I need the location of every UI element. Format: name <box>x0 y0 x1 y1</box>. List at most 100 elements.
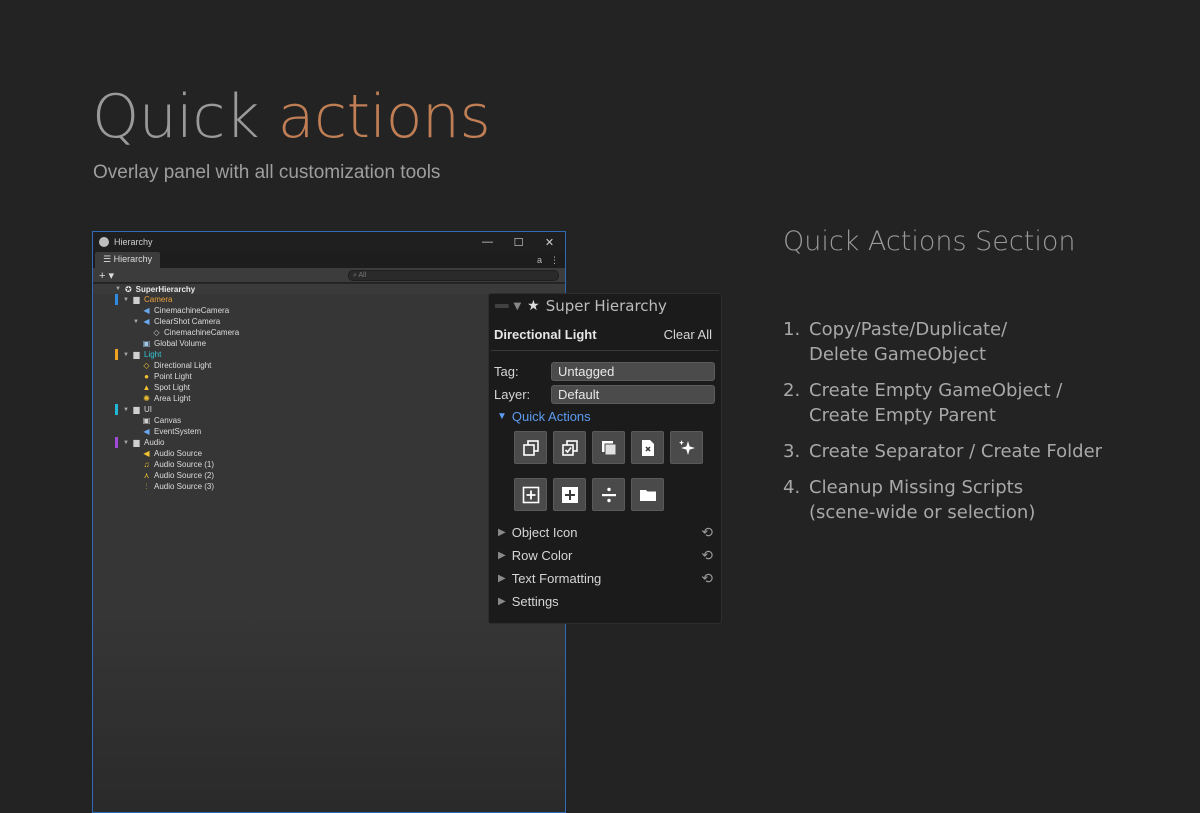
feature-text: Create Empty GameObject / Create Empty P… <box>809 380 1063 426</box>
hero-title-word2: actions <box>277 82 491 152</box>
section-object-icon[interactable]: ▶ Object Icon ⟲ <box>489 521 721 544</box>
reset-icon[interactable]: ⟲ <box>701 547 713 564</box>
feature-number: 4. <box>783 477 801 498</box>
object-icon: ▆ <box>133 405 140 414</box>
section-label: Object Icon <box>511 525 578 540</box>
expand-arrow-icon[interactable]: ▼ <box>133 319 142 325</box>
add-object-button[interactable]: + ▾ <box>99 269 114 282</box>
tag-dropdown[interactable]: Untagged <box>551 362 715 381</box>
feature-text: Cleanup Missing Scripts (scene-wide or s… <box>809 477 1036 523</box>
tab-hierarchy[interactable]: ☰ Hierarchy <box>95 252 161 268</box>
section-row-color[interactable]: ▶ Row Color ⟲ <box>489 544 721 567</box>
feature-item: 2. Create Empty GameObject / Create Empty… <box>783 378 1102 428</box>
cleanup-sparkle-icon <box>678 439 695 455</box>
tree-row-label: Light <box>144 350 162 359</box>
row-color-bar <box>115 404 118 415</box>
delete-icon <box>641 439 654 456</box>
object-icon: ▣ <box>142 339 151 348</box>
overlay-header[interactable]: ══ ▼ ★ Super Hierarchy <box>489 294 721 318</box>
create-separator-button[interactable] <box>592 478 625 511</box>
cleanup-missing-scripts-button[interactable] <box>670 431 703 464</box>
create-parent-button[interactable] <box>553 478 586 511</box>
tree-row-label: CinemachineCamera <box>154 306 230 315</box>
feature-item: 4. Cleanup Missing Scripts (scene-wide or… <box>783 475 1102 525</box>
create-empty-icon <box>522 486 539 503</box>
section-settings[interactable]: ▶ Settings <box>489 590 721 613</box>
minimize-button[interactable]: — <box>472 236 503 249</box>
feature-item: 1. Copy/Paste/Duplicate/ Delete GameObjec… <box>783 317 1102 367</box>
object-icon: ▆ <box>133 438 140 447</box>
object-icon: ✺ <box>143 394 150 403</box>
close-button[interactable]: ✕ <box>534 236 565 249</box>
layer-label: Layer: <box>494 387 531 402</box>
window-title: Hierarchy <box>114 237 153 247</box>
selected-object-name: Directional Light <box>494 327 597 342</box>
more-menu-icon[interactable]: ⋮ <box>550 255 559 266</box>
tree-row-label: Area Light <box>154 394 191 403</box>
object-icon: ◀ <box>143 306 150 315</box>
expand-arrow-icon[interactable]: ▼ <box>123 352 132 358</box>
tree-row-label: Audio Source (1) <box>154 460 215 469</box>
expand-icon: ▶ <box>498 527 506 538</box>
search-input[interactable]: ⌕ All <box>348 269 559 281</box>
object-icon: ⫶ <box>145 481 148 491</box>
expand-arrow-icon[interactable]: ▼ <box>123 297 132 303</box>
reset-icon[interactable]: ⟲ <box>701 570 713 587</box>
maximize-button[interactable]: ☐ <box>503 236 534 249</box>
tree-row-label: Audio Source <box>154 449 203 458</box>
create-empty-button[interactable] <box>514 478 547 511</box>
hero-title: Quick actions <box>92 82 491 152</box>
folder-icon <box>639 489 656 501</box>
scene-icon: ✪ <box>124 284 132 294</box>
object-icon: ▆ <box>133 295 140 304</box>
tree-row-label: EventSystem <box>154 427 202 436</box>
object-icon: ◀ <box>143 449 150 458</box>
feature-number: 1. <box>783 319 801 340</box>
delete-button[interactable] <box>631 431 664 464</box>
drag-handle-icon[interactable]: ══ <box>495 299 508 313</box>
tree-row-label: Canvas <box>154 416 182 425</box>
row-color-bar <box>115 294 118 305</box>
lock-icon[interactable]: a <box>537 255 542 266</box>
tree-row-label: Audio Source (2) <box>154 471 215 480</box>
tree-row-label: CinemachineCamera <box>164 328 240 337</box>
feature-number: 2. <box>783 380 801 401</box>
layer-dropdown[interactable]: Default <box>551 385 715 404</box>
quick-actions-label: Quick Actions <box>511 408 591 424</box>
create-folder-button[interactable] <box>631 478 664 511</box>
separator-icon <box>601 487 616 502</box>
section-text-formatting[interactable]: ▶ Text Formatting ⟲ <box>489 567 721 590</box>
section-label: Row Color <box>511 548 573 563</box>
expand-icon: ▶ <box>498 550 506 561</box>
clear-all-button[interactable]: Clear All <box>664 327 712 342</box>
tree-row-label: ClearShot Camera <box>154 317 221 326</box>
search-placeholder: All <box>358 271 367 279</box>
object-icon: ▲ <box>142 383 151 392</box>
section-label: Text Formatting <box>511 571 602 586</box>
duplicate-icon <box>601 440 616 455</box>
object-icon: ▆ <box>133 350 140 359</box>
feature-text: Copy/Paste/Duplicate/ Delete GameObject <box>809 319 1008 365</box>
copy-button[interactable] <box>514 431 547 464</box>
hierarchy-toolbar: + ▾ ⌕ All <box>93 268 565 283</box>
super-hierarchy-overlay: ══ ▼ ★ Super Hierarchy Directional Light… <box>488 293 722 624</box>
expand-arrow-icon[interactable]: ▼ <box>123 407 132 413</box>
window-titlebar[interactable]: Hierarchy — ☐ ✕ <box>93 232 565 252</box>
reset-icon[interactable]: ⟲ <box>701 524 713 541</box>
object-icon: ◇ <box>153 328 160 337</box>
object-icon: ▣ <box>142 416 151 425</box>
object-icon: ⋏ <box>143 471 150 480</box>
tag-field-row: Tag: Untagged <box>489 361 721 382</box>
paste-button[interactable] <box>553 431 586 464</box>
expand-icon: ▶ <box>498 596 506 607</box>
section-label: Settings <box>511 594 559 609</box>
expand-arrow-icon[interactable]: ▼ <box>123 440 132 446</box>
quick-actions-foldout[interactable]: ▼ Quick Actions <box>489 407 721 425</box>
tag-label: Tag: <box>494 364 519 379</box>
collapse-icon[interactable]: ▼ <box>513 301 521 312</box>
object-icon: ◇ <box>143 361 150 370</box>
scene-expand-icon[interactable]: ▼ <box>115 286 121 292</box>
duplicate-button[interactable] <box>592 431 625 464</box>
create-parent-icon <box>561 486 578 503</box>
hero-title-word1: Quick <box>92 82 260 152</box>
